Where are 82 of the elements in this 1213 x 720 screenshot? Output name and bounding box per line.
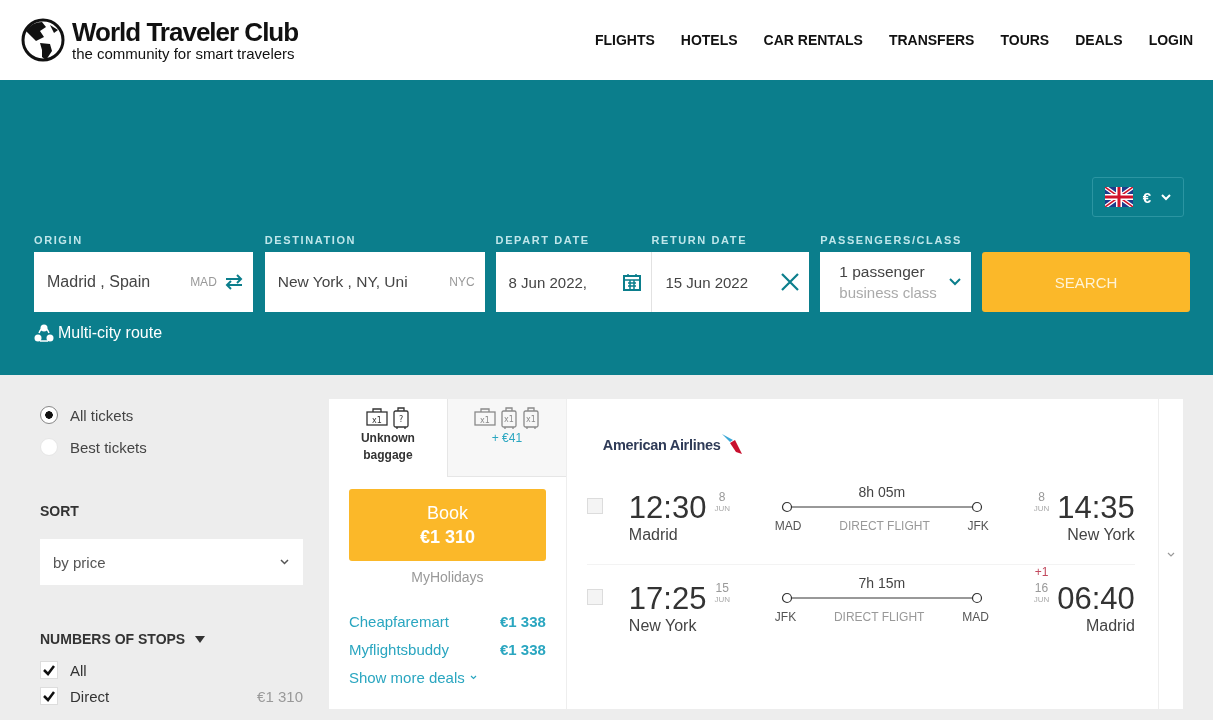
checkmark-icon [42, 664, 56, 676]
route-icon [34, 324, 54, 342]
date-month: JUN [714, 595, 730, 605]
globe-icon [20, 17, 66, 63]
chevron-down-icon [1161, 193, 1172, 201]
city-name: New York [1066, 526, 1135, 544]
city-name: Madrid [628, 526, 679, 544]
nav-link[interactable]: TOURS [1000, 32, 1050, 48]
destination-field[interactable]: New York , NY, Uni NYC [264, 252, 485, 312]
city-name: New York [628, 617, 698, 635]
deal-price: €1 338 [500, 640, 546, 658]
deal-price: €1 338 [500, 612, 546, 630]
date-month: JUN [714, 504, 730, 514]
airport-code: MAD [190, 275, 217, 289]
chevron-down-icon [280, 559, 289, 565]
departure-time: 12:30 [628, 490, 707, 526]
chevron-down-icon [949, 278, 962, 286]
nav-link[interactable]: LOGIN [1148, 32, 1193, 48]
suitcase-icon: x1 [499, 407, 518, 430]
date-day: 8 [1038, 490, 1045, 504]
field-label: RETURN DATE [651, 234, 748, 248]
field-label: DESTINATION [264, 234, 357, 248]
arrival-time: 06:40 [1057, 581, 1135, 617]
arrival-time: 14:35 [1057, 490, 1135, 526]
flight-duration: 8h 05m [858, 483, 906, 501]
nav-link[interactable]: DEALS [1075, 32, 1123, 48]
date-day: 15 [715, 581, 729, 595]
stops-option[interactable]: All [40, 657, 303, 683]
date-month: JUN [1033, 595, 1050, 605]
stops-option[interactable]: Direct €1 310 [40, 683, 303, 709]
suitcase-icon: x1 [521, 407, 540, 430]
section-title: SORT [40, 503, 80, 519]
section-title: NUMBERS OF STOPS [40, 631, 186, 647]
nav-link[interactable]: HOTELS [680, 32, 738, 48]
segment-checkbox[interactable] [586, 589, 603, 605]
origin-field[interactable]: Madrid , Spain MAD [34, 252, 253, 312]
ticket-type-option[interactable]: All tickets [40, 399, 303, 431]
airport-code: JFK [967, 519, 989, 533]
nav-link[interactable]: TRANSFERS [888, 32, 975, 48]
suitcase-icon: ? [391, 407, 410, 430]
field-label: ORIGIN [34, 234, 83, 248]
city-name: Madrid [1084, 617, 1135, 635]
caret-down-icon [195, 635, 206, 643]
close-icon [781, 273, 800, 291]
agency-name: MyHolidays [411, 569, 484, 585]
departure-time: 17:25 [628, 581, 707, 617]
multi-city-link[interactable]: Multi-city route [34, 324, 163, 342]
return-date-field[interactable]: 15 Jun 2022 [651, 252, 810, 312]
checkbox[interactable] [40, 661, 58, 679]
language-currency-selector[interactable]: € [1092, 177, 1184, 217]
site-title: World Traveler Club [72, 18, 299, 46]
calendar-icon [623, 273, 642, 291]
airport-code: JFK [774, 610, 797, 624]
field-label: PASSENGERS/CLASS [820, 234, 962, 248]
airport-code: NYC [449, 275, 475, 289]
airport-code: MAD [774, 519, 802, 533]
depart-date-field[interactable]: 8 Jun 2022, [495, 252, 652, 312]
radio-button[interactable] [40, 406, 58, 424]
checkbox[interactable] [40, 687, 58, 705]
date-month: JUN [1033, 504, 1050, 514]
chevron-down-icon [1166, 551, 1175, 557]
price-label: €1 310 [257, 687, 303, 705]
flight-type: DIRECT FLIGHT [839, 519, 930, 533]
flight-duration: 7h 15m [858, 574, 906, 592]
checkmark-icon [42, 690, 56, 702]
ticket-type-option[interactable]: Best tickets [40, 431, 303, 463]
nav-link[interactable]: FLIGHTS [594, 32, 655, 48]
swap-icon [224, 274, 243, 290]
chevron-down-icon [469, 674, 477, 680]
airport-code: MAD [962, 610, 989, 624]
date-day: 16 [1034, 581, 1049, 595]
nav-link[interactable]: CAR RENTALS [763, 32, 863, 48]
field-label: DEPART DATE [495, 234, 590, 248]
day-offset: +1 [1034, 565, 1049, 579]
sort-dropdown[interactable]: by price [40, 539, 303, 585]
flight-type: DIRECT FLIGHT [833, 610, 925, 624]
uk-flag-icon [1104, 187, 1133, 207]
passengers-class-selector[interactable]: 1 passenger business class [820, 252, 972, 312]
site-tagline: the community for smart travelers [72, 46, 296, 62]
date-day: 8 [718, 490, 726, 504]
airline-name: American Airlines [602, 437, 721, 453]
segment-checkbox[interactable] [586, 498, 603, 514]
